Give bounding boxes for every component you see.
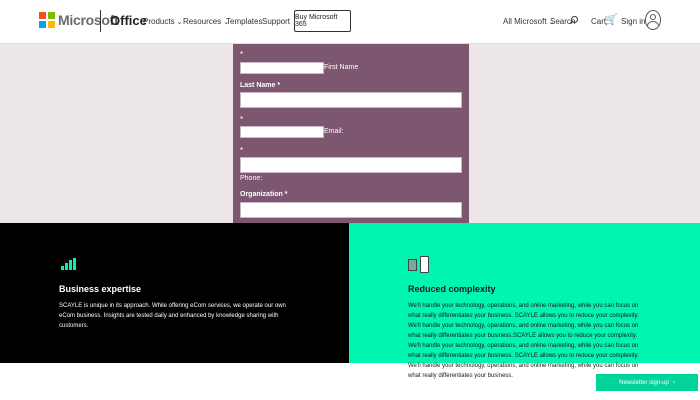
organization-label: Organization * bbox=[240, 191, 288, 198]
newsletter-signup-label: Newsletter sign-up bbox=[619, 379, 669, 386]
phone-label: Phone: bbox=[240, 175, 263, 182]
all-microsoft-menu[interactable]: All Microsoft ⌄ bbox=[503, 17, 554, 26]
devices-icon bbox=[408, 256, 430, 273]
cart-icon[interactable]: 🛒 bbox=[604, 13, 618, 26]
reduced-complexity-title: Reduced complexity bbox=[408, 284, 496, 294]
buy-microsoft-365-button[interactable]: Buy Microsoft 365 bbox=[294, 10, 351, 32]
nav-products[interactable]: Products ⌄ bbox=[143, 17, 182, 26]
account-avatar-icon[interactable] bbox=[645, 10, 661, 30]
business-expertise-block bbox=[0, 223, 349, 363]
nav-resources-label: Resources bbox=[183, 17, 222, 26]
nav-products-label: Products bbox=[143, 17, 175, 26]
required-mark: * bbox=[240, 115, 244, 124]
required-mark: * bbox=[240, 50, 244, 59]
last-name-input[interactable] bbox=[240, 92, 462, 108]
newsletter-signup-button[interactable]: Newsletter sign-up › bbox=[596, 374, 698, 391]
search-icon[interactable] bbox=[571, 16, 578, 23]
top-navigation-bar: Microsoft Office Products ⌄ Resources ⌄ Te… bbox=[0, 0, 700, 44]
header-divider bbox=[100, 10, 101, 32]
business-expertise-text: SCAYLE is unique in its approach. While … bbox=[59, 303, 286, 329]
contact-form-section: * First Name Last Name * * Email: * Phon… bbox=[0, 44, 700, 223]
email-label: Email: bbox=[324, 128, 344, 135]
all-microsoft-label: All Microsoft bbox=[503, 17, 547, 26]
business-expertise-title: Business expertise bbox=[59, 284, 142, 294]
contact-form-panel: * First Name Last Name * * Email: * Phon… bbox=[233, 44, 469, 223]
microsoft-logo-icon[interactable] bbox=[39, 12, 55, 28]
required-mark: * bbox=[240, 146, 244, 155]
first-name-label: First Name bbox=[324, 64, 359, 71]
chevron-down-icon: ⌄ bbox=[176, 19, 183, 26]
office-product-link[interactable]: Office bbox=[110, 13, 147, 28]
email-input[interactable] bbox=[240, 126, 324, 138]
last-name-label: Last Name * bbox=[240, 82, 281, 89]
sign-in-link[interactable]: Sign in bbox=[621, 17, 645, 26]
phone-input[interactable] bbox=[240, 157, 462, 173]
nav-templates[interactable]: Templates bbox=[226, 17, 262, 26]
first-name-input[interactable] bbox=[240, 62, 324, 74]
nav-support[interactable]: Support bbox=[262, 17, 290, 26]
organization-input[interactable] bbox=[240, 202, 462, 218]
nav-resources[interactable]: Resources ⌄ bbox=[183, 17, 229, 26]
bar-chart-icon bbox=[61, 258, 77, 270]
chevron-right-icon: › bbox=[672, 379, 675, 386]
